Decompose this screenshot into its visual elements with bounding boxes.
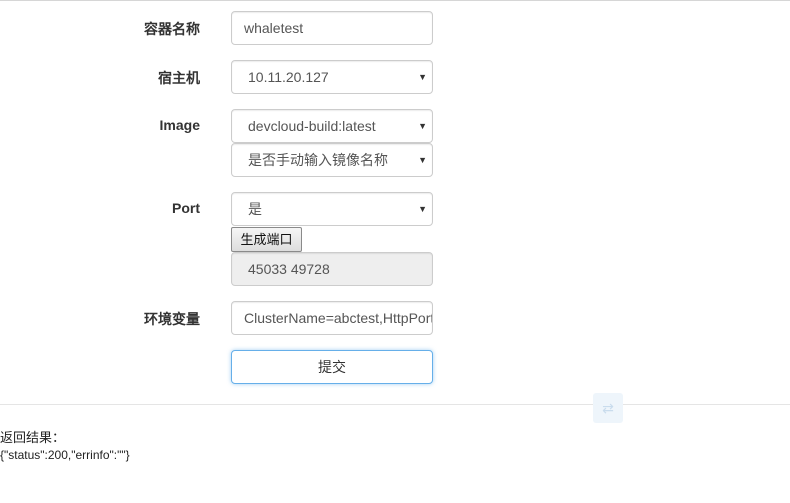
container-name-label: 容器名称 <box>144 21 200 37</box>
result-title: 返回结果： <box>0 430 66 445</box>
host-label: 宿主机 <box>158 70 200 86</box>
port-select[interactable]: 是 ▼ <box>231 192 433 226</box>
generate-port-button[interactable]: 生成端口 <box>231 227 302 252</box>
port-select-value: 是 <box>248 201 262 217</box>
caret-down-icon: ▼ <box>418 204 427 214</box>
env-label: 环境变量 <box>144 311 200 327</box>
ports-value: 45033 49728 <box>248 261 330 277</box>
manual-image-select-value: 是否手动输入镜像名称 <box>248 152 388 168</box>
env-input[interactable]: ClusterName=abctest,HttpPort <box>231 301 433 335</box>
top-divider <box>0 0 790 1</box>
container-name-value: whaletest <box>244 20 304 36</box>
section-divider <box>0 404 790 405</box>
image-select[interactable]: devcloud-build:latest ▼ <box>231 109 433 143</box>
translate-icon[interactable]: ⇄ <box>593 393 623 423</box>
caret-down-icon: ▼ <box>418 72 427 82</box>
manual-image-select[interactable]: 是否手动输入镜像名称 ▼ <box>231 143 433 177</box>
image-select-value: devcloud-build:latest <box>248 118 376 134</box>
port-label: Port <box>172 200 200 216</box>
ports-readonly-field: 45033 49728 <box>231 252 433 286</box>
image-label: Image <box>159 117 200 133</box>
container-name-input[interactable]: whaletest <box>231 11 433 45</box>
caret-down-icon: ▼ <box>418 155 427 165</box>
env-value: ClusterName=abctest,HttpPort <box>244 310 433 326</box>
host-select[interactable]: 10.11.20.127 ▼ <box>231 60 433 94</box>
submit-button[interactable]: 提交 <box>231 350 433 384</box>
host-select-value: 10.11.20.127 <box>248 69 329 85</box>
container-create-page: 容器名称 whaletest 宿主机 10.11.20.127 ▼ Image … <box>0 0 790 503</box>
caret-down-icon: ▼ <box>418 121 427 131</box>
result-body: {"status":200,"errinfo":""} <box>0 448 130 462</box>
